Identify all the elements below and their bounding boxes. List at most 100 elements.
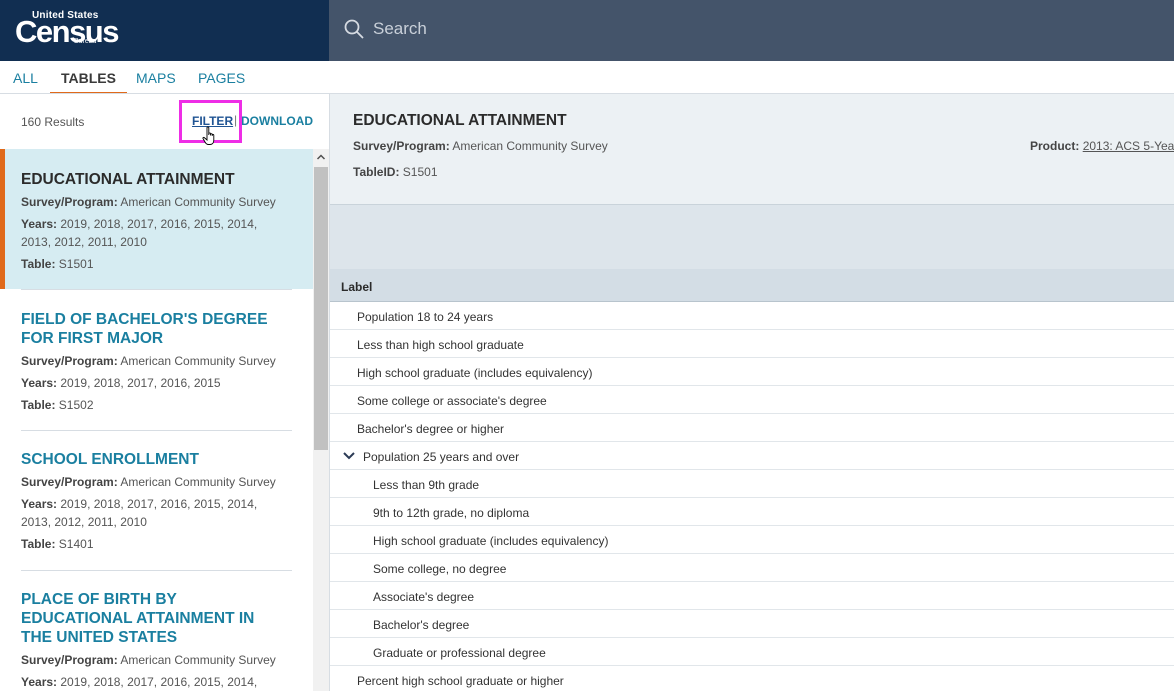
card-meta: Survey/Program: American Community Surve…	[21, 651, 286, 691]
row-label: Bachelor's degree or higher	[357, 422, 505, 436]
table-title: EDUCATIONAL ATTAINMENT	[353, 112, 567, 129]
table-rows: Population 18 to 24 years Less than high…	[330, 302, 1174, 691]
table-survey: Survey/Program: American Community Surve…	[353, 139, 608, 153]
row-label: Less than 9th grade	[373, 478, 480, 492]
card-table: S1502	[58, 398, 94, 412]
hand-cursor-icon	[202, 126, 215, 145]
table-row: 9th to 12th grade, no diploma	[330, 498, 1174, 526]
tab-pages[interactable]: PAGES	[198, 70, 245, 93]
card-meta: Survey/Program: American Community Surve…	[21, 352, 286, 414]
link-separator: |	[234, 113, 238, 127]
card-table: S1501	[58, 257, 94, 271]
years-label: Years:	[21, 675, 58, 689]
card-survey: American Community Survey	[120, 354, 276, 368]
result-card-s1502[interactable]: FIELD OF BACHELOR'S DEGREE FOR FIRST MAJ…	[0, 290, 313, 430]
label-header-text: Label	[341, 280, 373, 294]
tab-tables[interactable]: TABLES	[50, 70, 127, 95]
row-label: Graduate or professional degree	[373, 646, 546, 660]
survey-label: Survey/Program:	[21, 653, 118, 667]
table-group-row[interactable]: Population 25 years and over	[330, 442, 1174, 470]
tab-all[interactable]: ALL	[13, 70, 38, 93]
card-survey: American Community Survey	[120, 475, 276, 489]
card-title: PLACE OF BIRTH BY EDUCATIONAL ATTAINMENT…	[21, 591, 255, 646]
label-column-header: Label	[330, 269, 1174, 302]
chevron-down-icon[interactable]	[342, 450, 356, 462]
table-id-value: S1501	[402, 165, 438, 179]
results-panel: 160 Results FILTER | DOWNLOAD EDUCATIONA…	[0, 93, 330, 691]
results-scrollbar[interactable]	[313, 149, 329, 691]
card-title: FIELD OF BACHELOR'S DEGREE FOR FIRST MAJ…	[21, 311, 268, 347]
table-label: Table:	[21, 398, 56, 412]
row-label: Percent high school graduate or higher	[357, 674, 564, 688]
card-survey: American Community Survey	[120, 653, 276, 667]
card-years: 2019, 2018, 2017, 2016, 2015, 2014, 2013…	[21, 217, 258, 249]
table-row: Some college or associate's degree	[330, 386, 1174, 414]
card-years: 2019, 2018, 2017, 2016, 2015, 2014, 2013…	[21, 497, 258, 529]
card-title: EDUCATIONAL ATTAINMENT	[21, 171, 235, 188]
card-meta: Survey/Program: American Community Surve…	[21, 193, 286, 273]
table-row: Graduate or professional degree	[330, 638, 1174, 666]
result-card-s1501[interactable]: EDUCATIONAL ATTAINMENT Survey/Program: A…	[0, 149, 313, 289]
product-dropdown[interactable]: 2013: ACS 5-Year	[1083, 139, 1174, 153]
table-info-header: EDUCATIONAL ATTAINMENT Survey/Program: A…	[330, 93, 1174, 205]
card-meta: Survey/Program: American Community Surve…	[21, 473, 286, 553]
census-logo[interactable]: United States Census Bureau	[0, 0, 329, 61]
result-card-place-of-birth[interactable]: PLACE OF BIRTH BY EDUCATIONAL ATTAINMENT…	[0, 571, 313, 691]
survey-label: Survey/Program:	[21, 354, 118, 368]
years-label: Years:	[21, 217, 58, 231]
survey-label: Survey/Program:	[21, 475, 118, 489]
survey-label: Survey/Program:	[353, 139, 450, 153]
top-header: United States Census Bureau	[0, 0, 1174, 61]
row-label: Less than high school graduate	[357, 338, 524, 352]
table-detail-panel: EDUCATIONAL ATTAINMENT Survey/Program: A…	[330, 93, 1174, 691]
tab-maps[interactable]: MAPS	[136, 70, 176, 93]
row-label: Bachelor's degree	[373, 618, 470, 632]
card-table: S1401	[58, 537, 94, 551]
table-id: TableID: S1501	[353, 165, 438, 179]
table-product: Product: 2013: ACS 5-Year	[1030, 139, 1174, 153]
table-label: Table:	[21, 537, 56, 551]
card-years: 2019, 2018, 2017, 2016, 2015	[60, 376, 221, 390]
scroll-up-arrow-icon[interactable]	[313, 149, 329, 165]
search-input[interactable]	[373, 17, 1073, 41]
row-label: High school graduate (includes equivalen…	[357, 366, 593, 380]
results-list: EDUCATIONAL ATTAINMENT Survey/Program: A…	[0, 149, 313, 691]
row-label: 9th to 12th grade, no diploma	[373, 506, 530, 520]
results-count: 160 Results	[21, 115, 85, 129]
row-label: Some college or associate's degree	[357, 394, 547, 408]
download-link[interactable]: DOWNLOAD	[241, 114, 313, 128]
table-label: Table:	[21, 257, 56, 271]
logo-bureau-text: Bureau	[74, 38, 97, 45]
search-bar	[329, 0, 1174, 61]
table-row: Bachelor's degree or higher	[330, 414, 1174, 442]
table-row: Percent high school graduate or higher	[330, 666, 1174, 691]
card-title: SCHOOL ENROLLMENT	[21, 451, 199, 468]
scroll-thumb[interactable]	[314, 167, 328, 450]
table-row: Less than high school graduate	[330, 330, 1174, 358]
product-label: Product:	[1030, 139, 1080, 153]
table-row: High school graduate (includes equivalen…	[330, 526, 1174, 554]
results-toolbar: 160 Results FILTER | DOWNLOAD	[0, 94, 329, 149]
search-icon[interactable]	[344, 19, 364, 39]
table-column-header-band	[330, 205, 1174, 269]
table-row: High school graduate (includes equivalen…	[330, 358, 1174, 386]
table-row: Less than 9th grade	[330, 470, 1174, 498]
table-row: Bachelor's degree	[330, 610, 1174, 638]
table-row: Population 18 to 24 years	[330, 302, 1174, 330]
result-card-s1401[interactable]: SCHOOL ENROLLMENT Survey/Program: Americ…	[0, 431, 313, 570]
row-label: High school graduate (includes equivalen…	[373, 534, 609, 548]
row-label: Population 18 to 24 years	[357, 310, 494, 324]
survey-label: Survey/Program:	[21, 195, 118, 209]
years-label: Years:	[21, 497, 58, 511]
card-years: 2019, 2018, 2017, 2016, 2015, 2014, 2013…	[60, 675, 258, 689]
table-row: Associate's degree	[330, 582, 1174, 610]
table-survey-value: American Community Survey	[452, 139, 608, 153]
row-label: Population 25 years and over	[363, 450, 520, 464]
years-label: Years:	[21, 376, 58, 390]
table-row: Some college, no degree	[330, 554, 1174, 582]
logo-main-text: Census	[15, 14, 119, 49]
tableid-label: TableID:	[353, 165, 400, 179]
row-label: Associate's degree	[373, 590, 475, 604]
card-survey: American Community Survey	[120, 195, 276, 209]
row-label: Some college, no degree	[373, 562, 507, 576]
